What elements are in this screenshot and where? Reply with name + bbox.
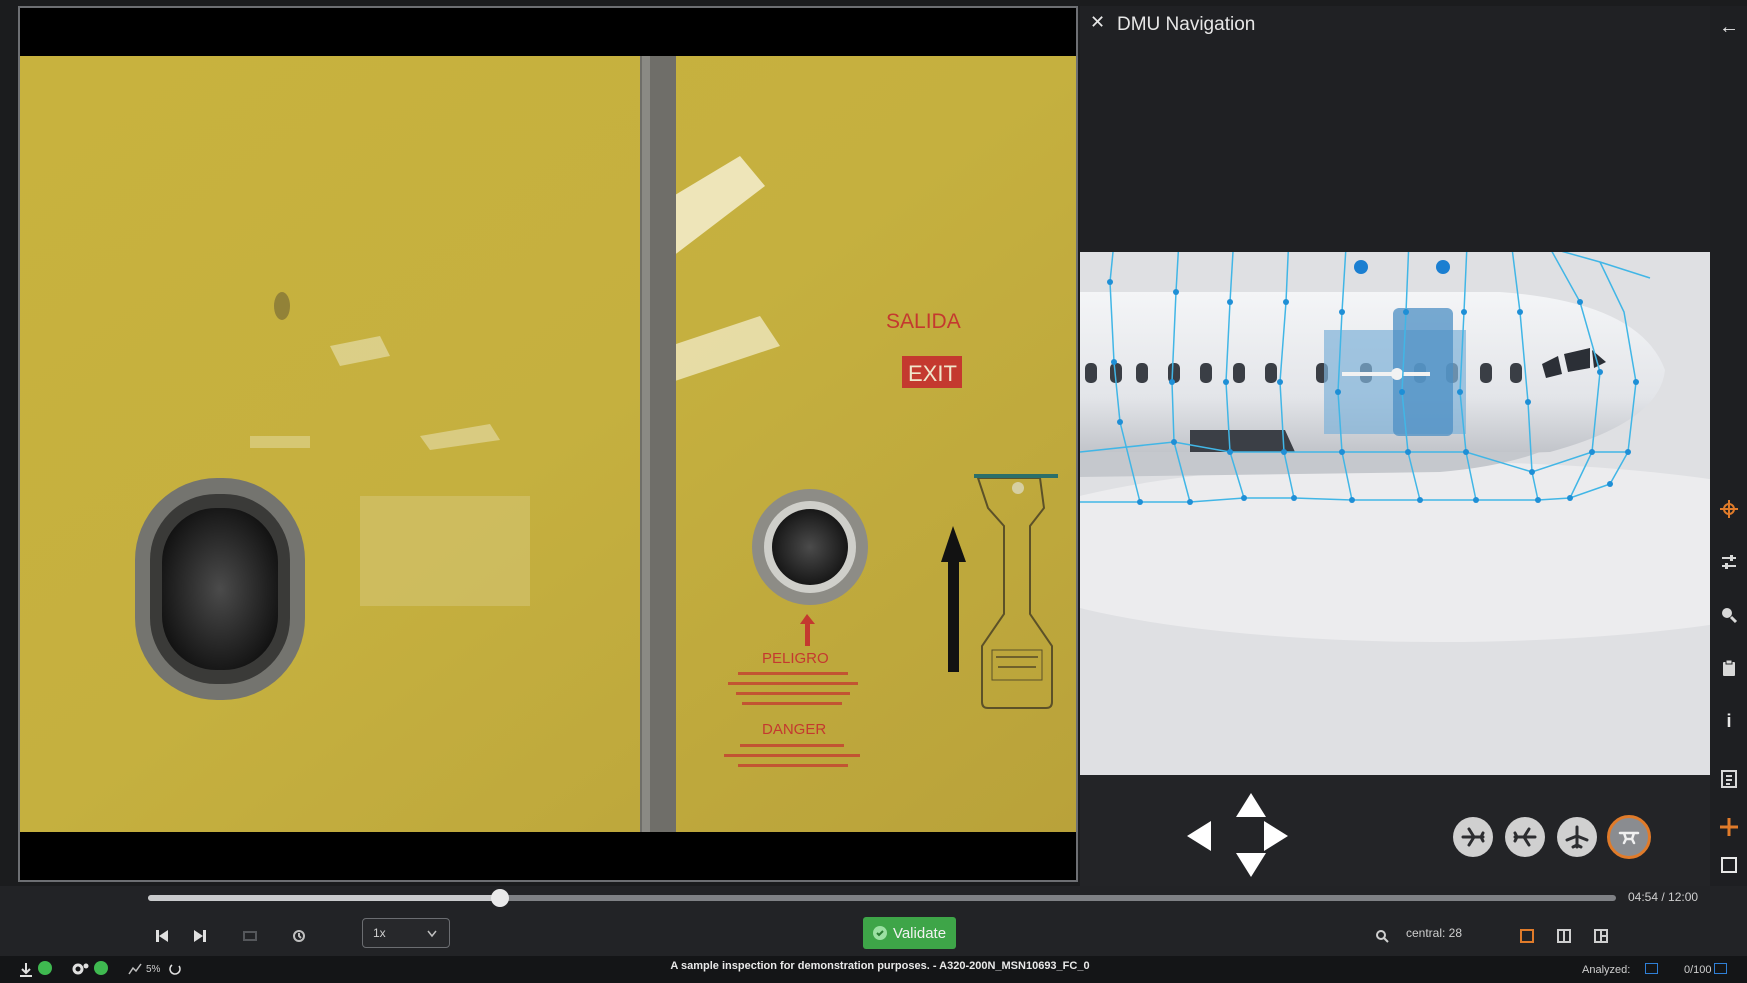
report-icon[interactable] xyxy=(1718,768,1740,790)
cpu-usage: 5% xyxy=(146,964,161,975)
speed-select[interactable]: 1x xyxy=(362,918,450,948)
sliders-icon[interactable] xyxy=(1718,551,1740,573)
progress-track[interactable] xyxy=(148,889,1616,907)
sign-danger: DANGER xyxy=(762,721,826,738)
validate-button[interactable]: Validate xyxy=(863,917,956,949)
clipboard-icon[interactable] xyxy=(1718,657,1740,679)
move-icon[interactable] xyxy=(1718,816,1740,838)
playback-bar: 04:54 / 12:00 1x Validate central: 28 xyxy=(0,886,1747,956)
progress-thumb[interactable] xyxy=(491,889,510,907)
grid-view-icon[interactable] xyxy=(1589,924,1613,948)
dmu-header: ✕ DMU Navigation xyxy=(1080,6,1710,40)
analyzed-box-icon xyxy=(1714,963,1727,974)
skip-forward-icon[interactable] xyxy=(188,924,212,948)
validate-label: Validate xyxy=(892,924,947,942)
analyzed-box-icon xyxy=(1645,963,1658,974)
airplane-left-icon xyxy=(1461,827,1485,847)
check-icon xyxy=(872,926,887,940)
view-top-button[interactable] xyxy=(1557,817,1597,857)
chevron-down-icon xyxy=(427,930,437,938)
inspection-video-frame: SALIDA EXIT PELIGRO DANGER xyxy=(18,6,1078,882)
split-view-icon[interactable] xyxy=(1552,924,1576,948)
airplane-right-icon xyxy=(1513,827,1537,847)
dmu-3d-viewport[interactable] xyxy=(1080,252,1710,775)
status-ok-icon xyxy=(94,961,108,975)
inspection-caption: A sample inspection for demonstration pu… xyxy=(670,960,1090,972)
info-icon[interactable]: i xyxy=(1718,710,1740,732)
settings-icon[interactable] xyxy=(72,961,90,977)
dmu-top-area xyxy=(1080,40,1710,252)
view-label: central: 28 xyxy=(1406,926,1463,940)
view-left-side-button[interactable] xyxy=(1453,817,1493,857)
view-drone-button[interactable] xyxy=(1607,815,1651,859)
progress-fill xyxy=(148,895,501,901)
history-icon[interactable] xyxy=(287,924,311,948)
speed-value: 1x xyxy=(373,926,386,940)
status-ok-icon xyxy=(38,961,52,975)
sign-salida: SALIDA xyxy=(886,310,961,333)
analyzed-label: Analyzed: xyxy=(1582,964,1631,976)
single-view-icon[interactable] xyxy=(1515,924,1539,948)
dmu-controls xyxy=(1080,775,1710,886)
fullscreen-icon[interactable] xyxy=(1718,854,1740,876)
close-icon[interactable]: ✕ xyxy=(1090,12,1105,33)
arrow-down-icon[interactable] xyxy=(1236,853,1266,877)
right-toolbar: ← i xyxy=(1710,6,1747,886)
spinner-icon xyxy=(169,964,181,975)
sign-exit: EXIT xyxy=(908,361,957,386)
view-right-side-button[interactable] xyxy=(1505,817,1545,857)
analyzed-count: 0/100 xyxy=(1684,964,1712,976)
arrow-up-icon[interactable] xyxy=(1236,793,1266,817)
cpu-icon xyxy=(128,963,142,975)
dmu-title: DMU Navigation xyxy=(1117,14,1256,35)
time-readout: 04:54 / 12:00 xyxy=(1628,890,1699,904)
airplane-top-icon xyxy=(1565,825,1589,849)
skip-back-icon[interactable] xyxy=(150,924,174,948)
status-bar: 5% A sample inspection for demonstration… xyxy=(0,956,1747,983)
drone-icon xyxy=(1618,831,1640,845)
aircraft-model xyxy=(1080,252,1710,775)
download-icon[interactable] xyxy=(18,962,34,978)
sign-peligro: PELIGRO xyxy=(762,650,829,667)
arrow-left-icon[interactable]: ← xyxy=(1718,16,1740,38)
frame-icon xyxy=(238,924,262,948)
dmu-navigation-panel: ✕ DMU Navigation xyxy=(1080,6,1710,886)
arrow-left-icon[interactable] xyxy=(1187,821,1211,851)
arrow-right-icon[interactable] xyxy=(1264,821,1288,851)
zoom-icon[interactable] xyxy=(1370,924,1394,948)
crosshair-icon[interactable] xyxy=(1718,498,1740,520)
search-icon[interactable] xyxy=(1718,604,1740,626)
fuselage-photo: SALIDA EXIT PELIGRO DANGER xyxy=(20,56,1076,832)
